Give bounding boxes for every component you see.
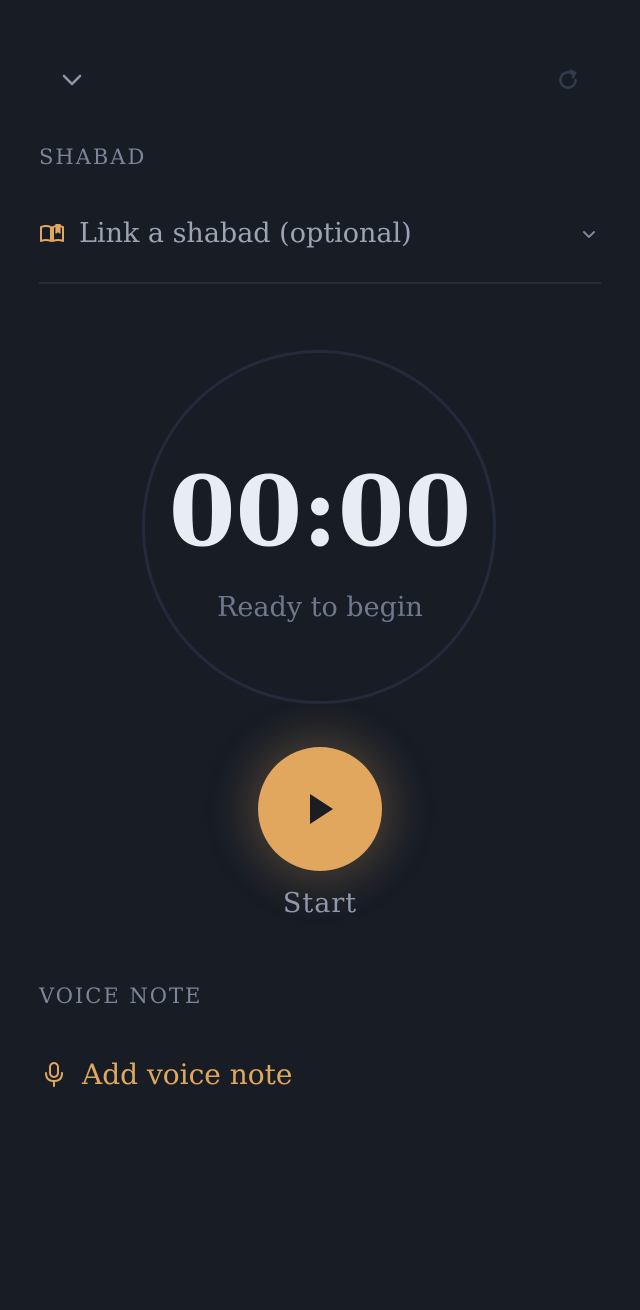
start-button[interactable] <box>258 747 382 871</box>
reset-button[interactable] <box>548 60 588 100</box>
play-icon <box>310 794 333 824</box>
chevron-down-icon <box>581 226 597 246</box>
start-label: Start <box>282 888 358 919</box>
microphone-icon <box>43 1062 65 1092</box>
timer-status: Ready to begin <box>217 592 423 623</box>
chevron-down-icon <box>62 74 82 86</box>
book-open-icon <box>39 222 65 250</box>
add-voice-note-label: Add voice note <box>82 1058 293 1091</box>
refresh-icon <box>559 69 577 89</box>
timer-display: 00:00 <box>168 455 472 568</box>
collapse-button[interactable] <box>52 60 92 100</box>
shabad-picker-placeholder: Link a shabad (optional) <box>79 218 412 249</box>
voice-note-section-label: VOICE NOTE <box>39 984 203 1008</box>
shabad-picker[interactable]: Link a shabad (optional) <box>39 214 601 284</box>
shabad-section-label: SHABAD <box>39 145 147 169</box>
top-bar <box>0 0 640 130</box>
